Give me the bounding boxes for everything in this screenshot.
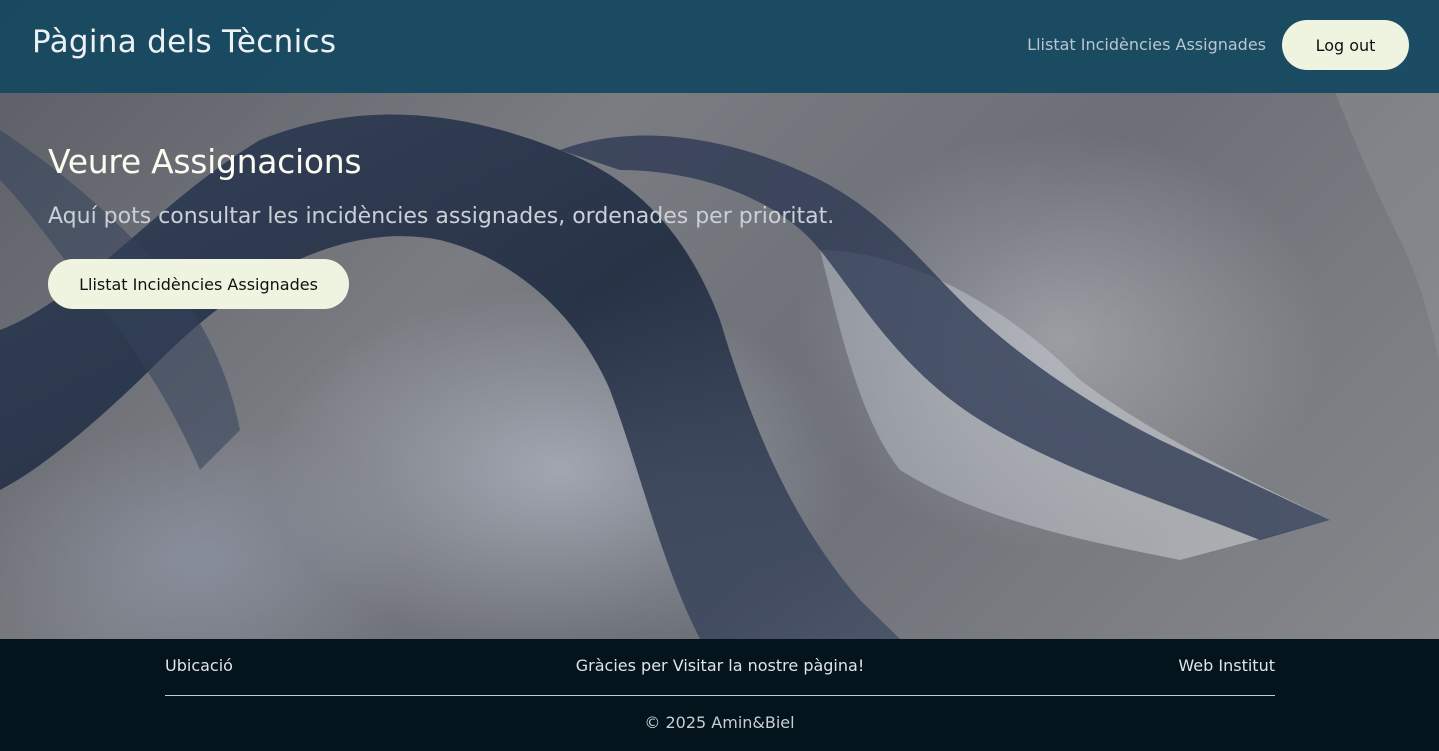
- logout-button[interactable]: Log out: [1282, 20, 1409, 70]
- top-navbar: Pàgina dels Tècnics Llistat Incidències …: [0, 0, 1439, 93]
- brand-title: Pàgina dels Tècnics: [32, 24, 337, 60]
- hero-subtitle: Aquí pots consultar les incidències assi…: [48, 204, 835, 229]
- footer-thanks-text: Gràcies per Visitar la nostre pàgina!: [575, 656, 865, 675]
- footer-divider: [165, 695, 1275, 696]
- footer-institute-link[interactable]: Web Institut: [1178, 656, 1275, 675]
- footer-links-row: Ubicació Gràcies per Visitar la nostre p…: [165, 656, 1275, 680]
- copyright-text: © 2025 Amin&Biel: [644, 713, 795, 732]
- footer: Ubicació Gràcies per Visitar la nostre p…: [0, 639, 1439, 751]
- assigned-incidents-button[interactable]: Llistat Incidències Assignades: [48, 259, 349, 309]
- nav-link-assigned-incidents[interactable]: Llistat Incidències Assignades: [1027, 35, 1266, 54]
- footer-location-link[interactable]: Ubicació: [165, 656, 233, 675]
- abstract-wave-art: [0, 0, 1439, 639]
- footer-thanks-wrapper: Gràcies per Visitar la nostre pàgina!: [165, 656, 1275, 675]
- hero-background-image: [0, 0, 1439, 639]
- hero-title: Veure Assignacions: [48, 142, 362, 181]
